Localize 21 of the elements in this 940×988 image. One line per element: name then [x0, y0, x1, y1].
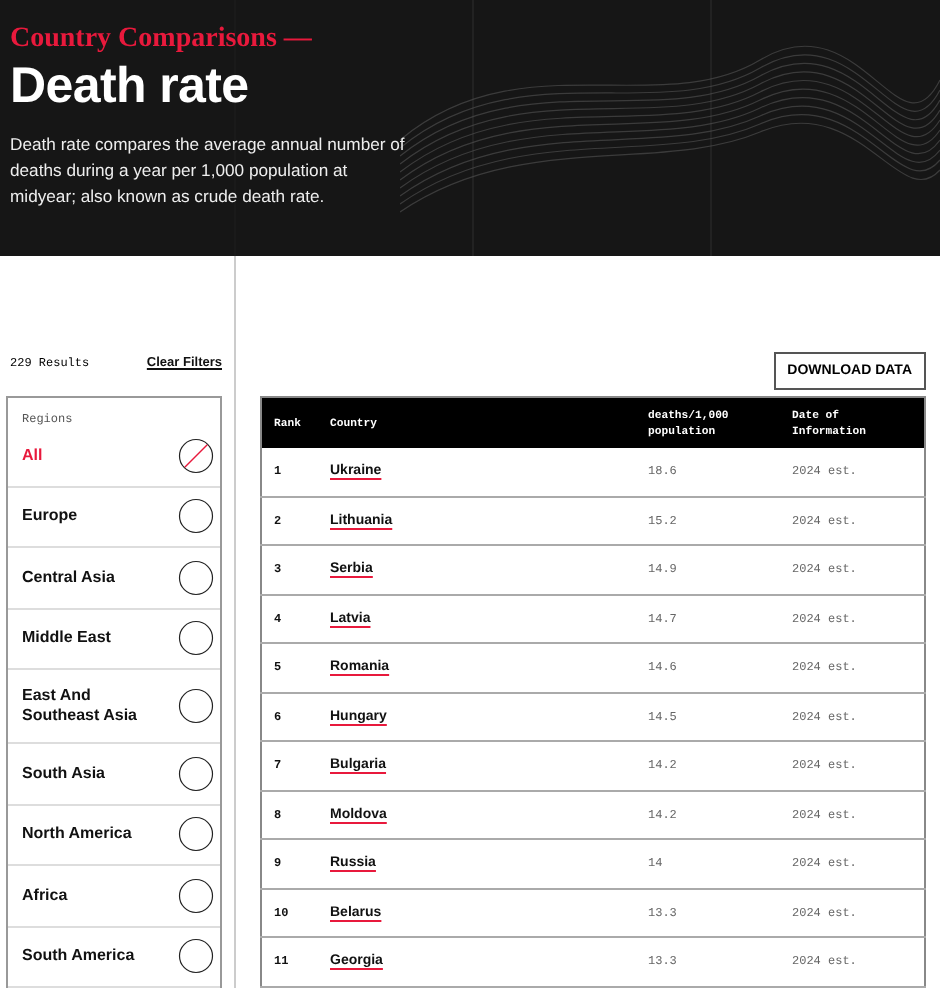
slashed-circle-icon: [178, 437, 214, 474]
region-option[interactable]: South America: [8, 927, 220, 988]
region-option[interactable]: Africa: [8, 866, 220, 927]
region-option[interactable]: South Asia: [8, 744, 220, 805]
circle-icon: [178, 938, 214, 975]
circle-icon: [178, 816, 214, 853]
section-eyebrow: Country Comparisons —: [10, 24, 314, 56]
page-title: Death rate: [10, 56, 251, 116]
circle-icon: [178, 688, 214, 724]
region-option[interactable]: Central Asia: [8, 548, 220, 609]
page-description: Death rate compares the average annual number of deaths during a year per 1,000 population at midyear; also known as crude death rate.: [10, 132, 407, 210]
region-option[interactable]: Middle East: [8, 609, 220, 670]
circle-icon: [178, 877, 214, 914]
circle-icon: [178, 620, 214, 657]
circle-icon: [178, 755, 214, 792]
region-option[interactable]: All: [8, 426, 220, 487]
region-option[interactable]: Europe: [8, 487, 220, 548]
circle-icon: [178, 559, 214, 596]
region-option[interactable]: East And Southeast Asia: [8, 670, 220, 744]
region-option[interactable]: North America: [8, 805, 220, 866]
circle-icon: [178, 498, 214, 535]
